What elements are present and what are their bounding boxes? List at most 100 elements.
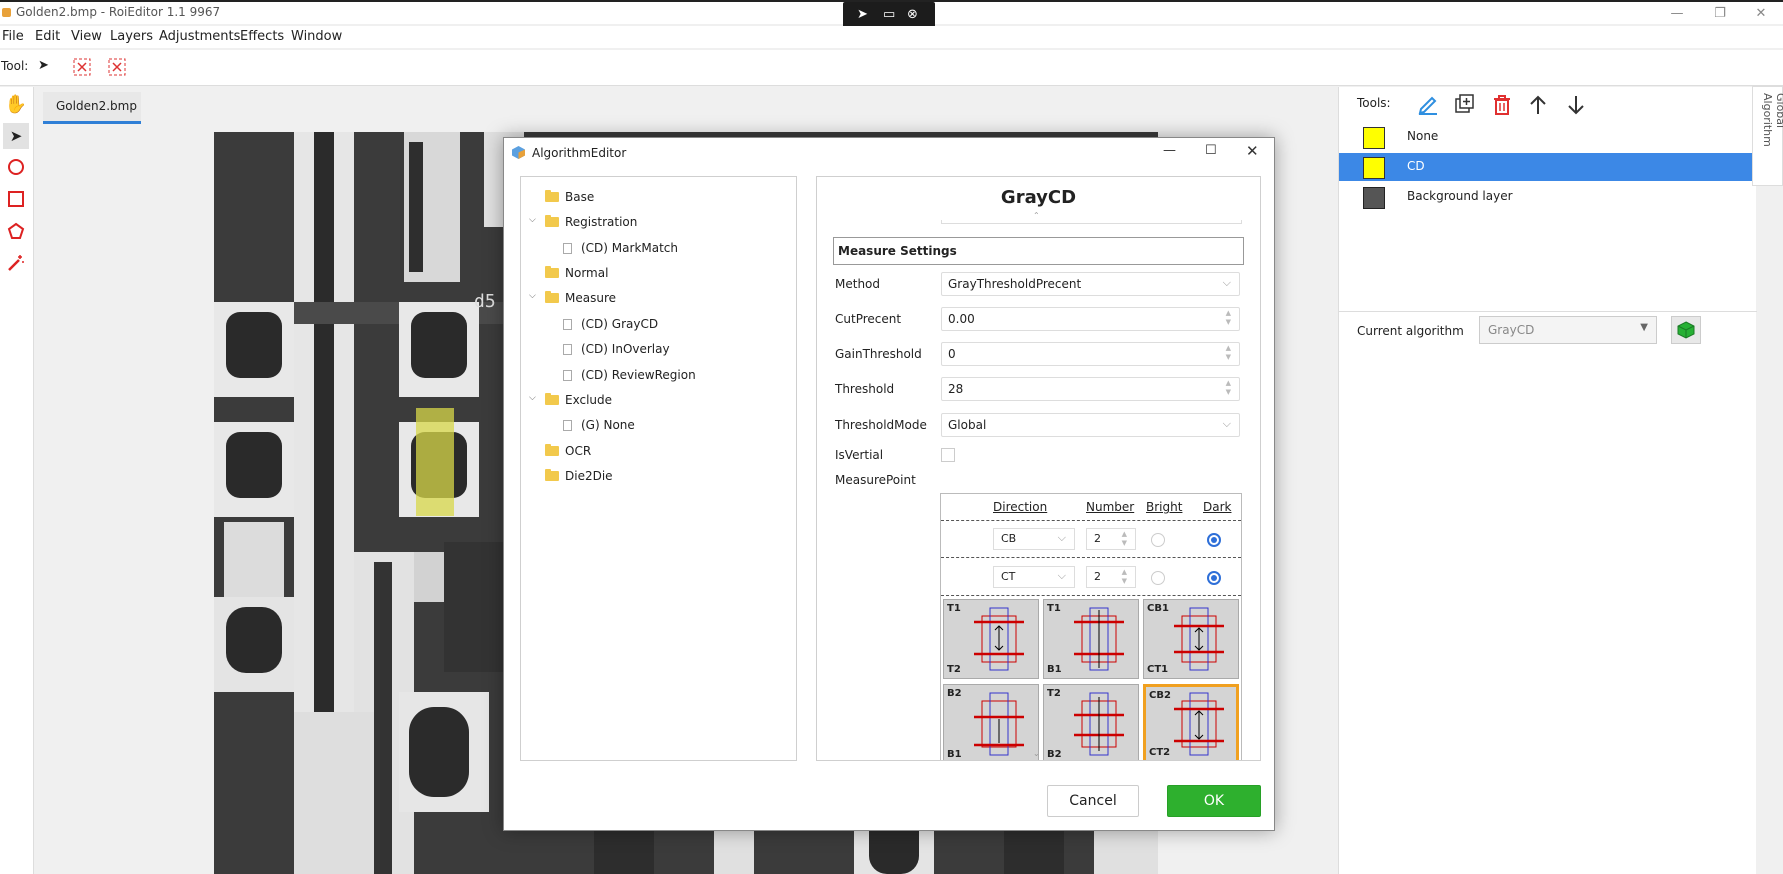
scroll-down-icon[interactable]: ⌄ (1033, 749, 1040, 758)
cancel-button[interactable]: Cancel (1047, 785, 1139, 817)
tree-folder-ocr[interactable]: OCR (545, 444, 591, 458)
menu-view[interactable]: View (71, 29, 102, 44)
menu-adjustments[interactable]: Adjustments (159, 29, 240, 44)
measure-diagram-thumb[interactable]: B2 B1 (943, 684, 1039, 760)
tree-item-graycd[interactable]: (CD) GrayCD (563, 317, 658, 331)
bright-radio[interactable] (1151, 533, 1165, 547)
menu-effects[interactable]: Effects (240, 29, 284, 44)
edit-icon[interactable] (1417, 93, 1439, 115)
layer-swatch (1363, 157, 1385, 179)
global-algorithm-tab[interactable]: Global Algorithm (1752, 86, 1783, 186)
tree-item-inoverlay[interactable]: (CD) InOverlay (563, 342, 670, 356)
cube-icon (1677, 321, 1695, 339)
close-button[interactable]: ✕ (1741, 4, 1781, 24)
spinner-icon[interactable]: ▲ ▼ (1226, 379, 1231, 397)
collapse-caret-icon[interactable]: ⌵ (529, 291, 536, 301)
measure-diagram-thumb[interactable]: T2 B2 (1043, 684, 1139, 760)
method-label: Method (835, 277, 881, 291)
maximize-button[interactable]: ❐ (1700, 4, 1740, 24)
dark-radio[interactable] (1207, 571, 1221, 585)
current-algorithm-value: GrayCD (1488, 323, 1535, 337)
ok-button[interactable]: OK (1167, 785, 1261, 817)
tree-folder-normal[interactable]: Normal (545, 266, 608, 280)
layer-row-cd[interactable]: CD (1339, 153, 1757, 181)
app-cube-icon (512, 146, 525, 159)
hand-tool-icon[interactable]: ✋ (3, 91, 29, 117)
number-input[interactable]: 2 ▲ ▼ (1086, 566, 1136, 588)
magic-wand-icon[interactable] (3, 250, 29, 276)
tree-item-reviewregion[interactable]: (CD) ReviewRegion (563, 368, 696, 382)
tree-folder-exclude[interactable]: Exclude (545, 393, 612, 407)
threshold-input[interactable]: 28 ▲ ▼ (941, 377, 1240, 401)
delete-icon[interactable] (1491, 94, 1513, 116)
layer-row-none[interactable]: None (1339, 123, 1757, 151)
collapse-caret-icon[interactable]: ⌵ (529, 215, 536, 225)
clear-selection-icon[interactable] (73, 58, 91, 76)
rectangle-tool-icon[interactable] (3, 186, 29, 212)
tree-item-g-none[interactable]: (G) None (563, 418, 635, 432)
direction-value: CB (1001, 532, 1017, 545)
dark-radio[interactable] (1207, 533, 1221, 547)
gain-threshold-input[interactable]: 0 ▲ ▼ (941, 342, 1240, 366)
current-algorithm-label: Current algorithm (1357, 324, 1464, 338)
pointer-icon[interactable]: ➤ (857, 7, 868, 22)
bright-radio[interactable] (1151, 571, 1165, 585)
spinner-icon[interactable]: ▲ ▼ (1226, 344, 1231, 362)
menu-window[interactable]: Window (291, 29, 342, 44)
clear-all-icon[interactable] (108, 58, 126, 76)
header-bright[interactable]: Bright (1146, 500, 1182, 514)
add-layer-icon[interactable] (1454, 94, 1476, 116)
cut-precent-input[interactable]: 0.00 ▲ ▼ (941, 307, 1240, 331)
menu-edit[interactable]: Edit (35, 29, 60, 44)
dialog-minimize-button[interactable]: — (1163, 143, 1176, 158)
dialog-close-button[interactable]: ✕ (1246, 142, 1259, 160)
select-tool-icon[interactable]: ➤ (3, 123, 29, 149)
document-tab[interactable]: Golden2.bmp (43, 92, 141, 124)
menu-file[interactable]: File (2, 29, 24, 44)
number-input[interactable]: 2 ▲ ▼ (1086, 528, 1136, 550)
measure-diagram-thumb-selected[interactable]: CB2 CT2 (1143, 684, 1239, 760)
measure-diagram-thumb[interactable]: T1 B1 (1043, 599, 1139, 679)
spinner-icon[interactable]: ▲ ▼ (1122, 568, 1127, 586)
direction-select[interactable]: CB ⌵ (993, 528, 1075, 550)
header-dark[interactable]: Dark (1203, 500, 1231, 514)
number-value: 2 (1094, 570, 1101, 583)
tree-folder-base[interactable]: Base (545, 190, 594, 204)
measure-diagram-thumb[interactable]: T1 T2 (943, 599, 1039, 679)
spinner-icon[interactable]: ▲ ▼ (1226, 309, 1231, 327)
svg-text:d5: d5 (474, 291, 496, 312)
threshold-mode-select[interactable]: Global ⌵ (941, 413, 1240, 437)
direction-select[interactable]: CT ⌵ (993, 566, 1075, 588)
current-algorithm-select[interactable]: GrayCD ▼ (1479, 316, 1657, 344)
cube-button[interactable] (1671, 316, 1701, 344)
tree-item-markmatch[interactable]: (CD) MarkMatch (563, 241, 678, 255)
measure-diagram-thumb[interactable]: CB1 CT1 (1143, 599, 1239, 679)
spinner-icon[interactable]: ▲ ▼ (1122, 530, 1127, 548)
move-up-icon[interactable] (1528, 94, 1548, 116)
menu-layers[interactable]: Layers (110, 29, 153, 44)
scroll-up-icon[interactable]: ⌃ (1033, 211, 1040, 220)
minimize-button[interactable]: — (1657, 4, 1697, 24)
layer-row-background[interactable]: Background layer (1339, 183, 1757, 211)
ellipse-tool-icon[interactable] (3, 154, 29, 180)
algorithm-tree: Base ⌵ Registration (CD) MarkMatch Norma… (520, 176, 797, 761)
close-circle-icon[interactable]: ⊗ (907, 7, 918, 22)
tree-folder-registration[interactable]: Registration (545, 215, 637, 229)
tree-folder-die2die[interactable]: Die2Die (545, 469, 613, 483)
header-number[interactable]: Number (1086, 500, 1134, 514)
tree-folder-measure[interactable]: Measure (545, 291, 616, 305)
collapse-caret-icon[interactable]: ⌵ (529, 393, 536, 403)
dialog-maximize-button[interactable]: ☐ (1205, 143, 1217, 158)
thumb-top-label: CB2 (1149, 690, 1171, 701)
tree-label: Registration (565, 215, 638, 229)
folder-icon (545, 393, 559, 405)
method-select[interactable]: GrayThresholdPrecent ⌵ (941, 272, 1240, 296)
move-down-icon[interactable] (1566, 94, 1586, 116)
tree-label: Die2Die (565, 469, 613, 483)
polygon-tool-icon[interactable] (3, 218, 29, 244)
header-direction[interactable]: Direction (993, 500, 1047, 514)
menu-bar: File Edit View Layers Adjustments Effect… (0, 26, 1783, 48)
arrow-tool-icon[interactable]: ➤ (38, 58, 49, 73)
keyboard-icon[interactable]: ▭ (883, 7, 895, 22)
is-vertial-checkbox[interactable] (941, 448, 955, 462)
